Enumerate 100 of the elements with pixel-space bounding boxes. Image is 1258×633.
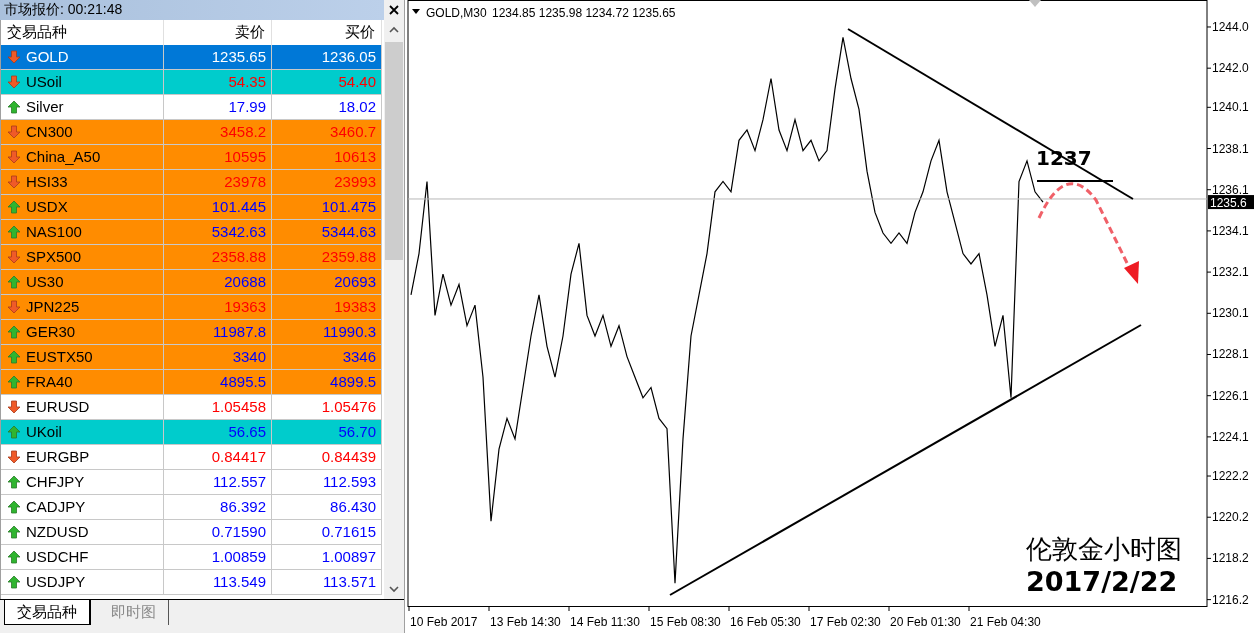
ask-price: 4899.5 — [272, 369, 382, 394]
symbol-row[interactable]: EUSTX50 3340 3346 — [1, 344, 382, 370]
symbol-row[interactable]: CADJPY 86.392 86.430 — [1, 494, 382, 520]
symbol-row[interactable]: GOLD 1235.65 1236.05 — [1, 44, 382, 70]
panel-title: 市场报价: 00:21:48 — [3, 1, 123, 19]
ask-price: 1.00897 — [272, 544, 382, 569]
bid-price: 0.71590 — [164, 519, 272, 544]
symbol-name: EURGBP — [26, 448, 90, 466]
bid-price: 1.05458 — [164, 394, 272, 419]
axis-label: 1236.1 — [1212, 182, 1249, 197]
ask-price: 23993 — [272, 169, 382, 194]
scroll-up-icon[interactable] — [389, 26, 399, 34]
ask-price: 1236.05 — [272, 44, 382, 69]
ask-price: 11990.3 — [272, 319, 382, 344]
ask-price: 56.70 — [272, 419, 382, 444]
symbol-row[interactable]: USDX 101.445 101.475 — [1, 194, 382, 220]
time-label: 16 Feb 05:30 — [730, 615, 801, 629]
scroll-down-icon[interactable] — [389, 585, 399, 593]
overlay-title: 伦敦金小时图 — [1026, 534, 1182, 564]
ohlc-values: 1234.85 1235.98 1234.72 1235.65 — [492, 6, 676, 20]
up-arrow-icon — [7, 549, 21, 564]
symbol-row[interactable]: GER30 11987.8 11990.3 — [1, 319, 382, 345]
ask-price: 5344.63 — [272, 219, 382, 244]
scrollbar[interactable] — [384, 19, 404, 600]
up-arrow-icon — [7, 324, 21, 339]
up-arrow-icon — [7, 499, 21, 514]
up-arrow-icon — [7, 274, 21, 289]
ask-price: 10613 — [272, 144, 382, 169]
up-arrow-icon — [7, 199, 21, 214]
symbol-row[interactable]: HSI33 23978 23993 — [1, 169, 382, 195]
symbol-row[interactable]: USoil 54.35 54.40 — [1, 69, 382, 95]
bid-price: 86.392 — [164, 494, 272, 519]
shift-marker-icon[interactable] — [1029, 0, 1041, 7]
bid-price: 113.549 — [164, 569, 272, 594]
ask-price: 1.05476 — [272, 394, 382, 419]
close-icon — [389, 5, 399, 15]
current-price-label: 1235.6 — [1208, 195, 1254, 211]
axis-label: 1242.0 — [1212, 61, 1249, 76]
symbol-name: US30 — [26, 273, 64, 291]
axis-label: 1230.1 — [1212, 306, 1249, 321]
symbol-row[interactable]: USDJPY 113.549 113.571 — [1, 569, 382, 595]
up-arrow-icon — [7, 374, 21, 389]
symbol-name: JPN225 — [26, 298, 80, 316]
scroll-thumb[interactable] — [385, 41, 403, 260]
symbol-row[interactable]: EURUSD 1.05458 1.05476 — [1, 394, 382, 420]
ask-price: 18.02 — [272, 94, 382, 119]
ask-price: 19383 — [272, 294, 382, 319]
bid-price: 112.557 — [164, 469, 272, 494]
axis-label: 1244.0 — [1212, 20, 1249, 34]
axis-label: 1238.1 — [1212, 141, 1249, 156]
down-arrow-icon — [7, 74, 21, 89]
panel-tab[interactable]: 交易品种 — [4, 600, 91, 626]
symbol-row[interactable]: NZDUSD 0.71590 0.71615 — [1, 519, 382, 545]
bid-price: 17.99 — [164, 94, 272, 119]
axis-label: 1228.1 — [1212, 347, 1249, 362]
symbol-row[interactable]: EURGBP 0.84417 0.84439 — [1, 444, 382, 470]
bid-price: 1235.65 — [164, 44, 272, 69]
symbol-row[interactable]: US30 20688 20693 — [1, 269, 382, 295]
symbol-name: CHFJPY — [26, 473, 85, 491]
symbol-row[interactable]: CHFJPY 112.557 112.593 — [1, 469, 382, 495]
symbol-row[interactable]: China_A50 10595 10613 — [1, 144, 382, 170]
ask-price: 113.571 — [272, 569, 382, 594]
symbol-row[interactable]: Silver 17.99 18.02 — [1, 94, 382, 120]
symbol-row[interactable]: USDCHF 1.00859 1.00897 — [1, 544, 382, 570]
ask-price: 86.430 — [272, 494, 382, 519]
symbol-name: China_A50 — [26, 148, 101, 166]
axis-label: 1218.2 — [1212, 551, 1249, 566]
down-arrow-icon — [7, 124, 21, 139]
axis-label: 1226.1 — [1212, 388, 1249, 403]
symbol-row[interactable]: SPX500 2358.88 2359.88 — [1, 244, 382, 270]
dropdown-icon[interactable] — [412, 9, 420, 14]
bid-price: 10595 — [164, 144, 272, 169]
bid-price: 11987.8 — [164, 319, 272, 344]
column-header[interactable]: 交易品种 — [1, 19, 164, 45]
ask-price: 3346 — [272, 344, 382, 369]
symbol-name: USDX — [26, 198, 68, 216]
symbol-row[interactable]: FRA40 4895.5 4899.5 — [1, 369, 382, 395]
ask-price: 20693 — [272, 269, 382, 294]
time-label: 15 Feb 08:30 — [650, 615, 721, 629]
time-label: 13 Feb 14:30 — [490, 615, 561, 629]
bid-price: 101.445 — [164, 194, 272, 219]
symbol-row[interactable]: CN300 3458.2 3460.7 — [1, 119, 382, 145]
symbol-name: Silver — [26, 98, 64, 116]
axis-label: 1232.1 — [1212, 265, 1249, 280]
chart-symbol: GOLD,M30 — [426, 6, 487, 20]
symbol-row[interactable]: JPN225 19363 19383 — [1, 294, 382, 320]
bid-price: 54.35 — [164, 69, 272, 94]
down-arrow-icon — [7, 49, 21, 64]
symbol-row[interactable]: NAS100 5342.63 5344.63 — [1, 219, 382, 245]
column-header[interactable]: 卖价 — [164, 19, 272, 45]
symbol-name: EURUSD — [26, 398, 90, 416]
down-arrow-icon — [7, 399, 21, 414]
up-arrow-icon — [7, 474, 21, 489]
time-label: 17 Feb 02:30 — [810, 615, 881, 629]
ask-price: 54.40 — [272, 69, 382, 94]
column-header[interactable]: 买价 — [272, 19, 382, 45]
axis-label: 1224.1 — [1212, 429, 1249, 444]
symbol-row[interactable]: UKoil 56.65 56.70 — [1, 419, 382, 445]
ask-price: 101.475 — [272, 194, 382, 219]
bid-price: 3340 — [164, 344, 272, 369]
